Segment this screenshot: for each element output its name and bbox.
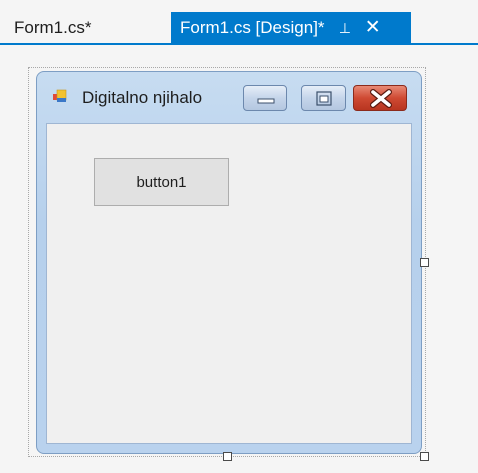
- close-icon: [370, 89, 392, 108]
- button1[interactable]: button1: [94, 158, 229, 206]
- form-titlebar[interactable]: Digitalno njihalo: [37, 72, 421, 121]
- pin-icon[interactable]: ⊣: [337, 21, 353, 33]
- minimize-button[interactable]: [243, 85, 287, 111]
- close-icon[interactable]: ✕: [365, 18, 381, 37]
- resize-handle-corner[interactable]: [420, 452, 429, 461]
- form-client-area[interactable]: button1: [46, 123, 412, 444]
- form-title: Digitalno njihalo: [82, 88, 203, 107]
- tab-label: Form1.cs*: [14, 17, 92, 37]
- resize-handle-bottom[interactable]: [223, 452, 232, 461]
- minimize-icon: [257, 98, 275, 104]
- document-tab-strip: Form1.cs* Form1.cs [Design]* ⊣ ✕: [0, 0, 478, 45]
- tab-label: Form1.cs [Design]*: [180, 17, 325, 37]
- close-button[interactable]: [353, 85, 407, 111]
- form1-window[interactable]: Digitalno njihalo button1: [36, 71, 422, 454]
- maximize-icon: [316, 91, 332, 106]
- maximize-button[interactable]: [301, 85, 346, 111]
- tab-form1-design[interactable]: Form1.cs [Design]* ⊣ ✕: [171, 12, 411, 43]
- design-surface[interactable]: Digitalno njihalo button1: [0, 45, 478, 473]
- tab-form1-code[interactable]: Form1.cs*: [0, 12, 171, 43]
- application-icon: [53, 89, 67, 102]
- resize-handle-right[interactable]: [420, 258, 429, 267]
- visual-studio-designer: Form1.cs* Form1.cs [Design]* ⊣ ✕ Digital…: [0, 0, 478, 473]
